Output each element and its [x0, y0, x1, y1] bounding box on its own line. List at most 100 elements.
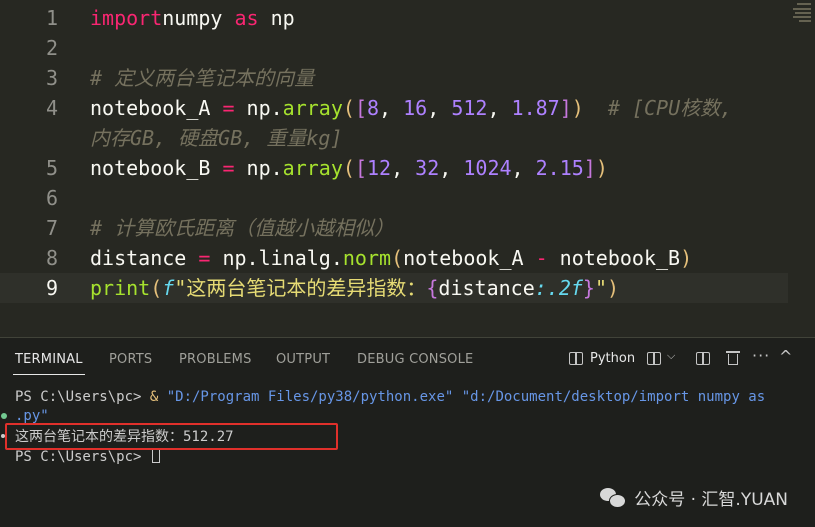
code-line[interactable]: 3 # 定义两台笔记本的向量 [0, 63, 788, 93]
line-number: 1 [45, 6, 58, 30]
code-token: ( [342, 96, 355, 120]
terminal-cursor [151, 448, 160, 463]
code-token: = [222, 156, 235, 180]
code-line[interactable]: 2 [0, 33, 788, 63]
code-token: 16 [403, 96, 428, 120]
code-text: importnumpy as np [90, 3, 295, 33]
terminal-prompt-2: PS C:\Users\pc> [15, 449, 150, 465]
code-token: [ [354, 156, 367, 180]
code-token: np. [234, 156, 283, 180]
code-text: 内存GB, 硬盘GB, 重量kg] [90, 123, 342, 153]
code-token: 8 [366, 96, 380, 120]
code-token: ) [571, 96, 584, 120]
code-token: - [535, 246, 548, 270]
terminal-amp: & [149, 389, 167, 405]
code-token: 1.87 [511, 96, 560, 120]
line-number: 9 [45, 276, 58, 300]
code-token: print [90, 276, 151, 300]
code-token: ( [150, 276, 163, 300]
code-token: distance [90, 246, 199, 270]
code-token: ( [391, 246, 404, 270]
code-line[interactable]: 4 notebook_A = np.array([8, 16, 512, 1.87… [0, 93, 788, 123]
minimap[interactable] [791, 0, 815, 30]
code-line[interactable]: 6 [0, 183, 788, 213]
line-number: 2 [45, 36, 58, 60]
terminal-prompt: PS C:\Users\pc> [15, 389, 150, 405]
code-token: np. [234, 96, 283, 120]
code-token: ( [342, 156, 355, 180]
code-token: 512 [451, 96, 488, 120]
code-token: # [CPU核数, [607, 96, 733, 120]
code-token: linalg [258, 246, 331, 270]
code-token: norm [342, 246, 392, 270]
code-token: np [258, 6, 295, 30]
code-token: ) [595, 156, 608, 180]
code-line-current[interactable]: 9 print(f"这两台笔记本的差异指数：{distance:.2f}") [0, 273, 788, 303]
watermark-text: 公众号 · 汇智.YUAN [634, 489, 788, 510]
code-token: notebook_A [403, 246, 536, 270]
code-token: , [391, 156, 416, 180]
code-token: } [582, 276, 595, 300]
code-token: notebook_B [547, 246, 681, 270]
code-editor[interactable]: 1 importnumpy as np 2 3 # 定义两台笔记本的向量 4 noteboo… [0, 0, 815, 337]
watermark: 公众号 · 汇智.YUAN [600, 484, 788, 510]
line-number: 4 [45, 96, 58, 120]
code-token: :.2f [534, 276, 583, 300]
code-line[interactable]: 1 importnumpy as np [0, 3, 788, 33]
code-token: { [426, 276, 439, 300]
code-token: , [379, 96, 404, 120]
code-text: print(f"这两台笔记本的差异指数：{distance:.2f}") [90, 273, 619, 303]
code-text: notebook_B = np.array([12, 32, 1024, 2.1… [90, 153, 608, 183]
code-token: distance [438, 276, 535, 300]
code-token: 内存GB, 硬盘GB, 重量kg] [90, 126, 343, 150]
code-token: 32 [415, 156, 440, 180]
code-token: # 定义两台笔记本的向量 [90, 66, 315, 90]
code-text: distance = np.linalg.norm(notebook_A - n… [90, 243, 692, 273]
command-success-icon[interactable] [1, 413, 7, 419]
code-line[interactable]: 8 distance = np.linalg.norm(notebook_A - … [0, 243, 788, 273]
terminal-script-path: "d:/Document/desktop/import numpy as [461, 389, 766, 405]
line-number: 6 [45, 186, 58, 210]
terminal-exe-path: "D:/Program Files/py38/python.exe" [166, 389, 462, 405]
code-token: array [282, 96, 343, 120]
code-token: ] [583, 156, 596, 180]
code-token: 2.15 [535, 156, 584, 180]
code-token: 1024 [463, 156, 512, 180]
code-token: # 计算欧氏距离（值越小越相似） [90, 216, 395, 240]
code-token: , [511, 156, 536, 180]
output-highlight-box [5, 423, 338, 450]
code-token: , [439, 156, 464, 180]
code-token: array [282, 156, 343, 180]
code-token: [ [354, 96, 367, 120]
wechat-icon [600, 486, 627, 508]
code-token: , [487, 96, 512, 120]
terminal-script-ext: .py" [15, 408, 49, 424]
code-token: = [198, 246, 211, 270]
code-token: , [427, 96, 452, 120]
code-token: = [222, 96, 235, 120]
line-number: 3 [45, 66, 58, 90]
line-number: 8 [45, 246, 58, 270]
code-text: # 计算欧氏距离（值越小越相似） [90, 213, 394, 243]
code-token: f [162, 276, 175, 300]
code-line[interactable]: 内存GB, 硬盘GB, 重量kg] [0, 123, 788, 153]
code-token: "这两台笔记本的差异指数： [174, 276, 427, 300]
line-number: 7 [45, 216, 58, 240]
code-token: . [330, 246, 343, 270]
code-token: ) [607, 276, 620, 300]
code-token: " [594, 276, 607, 300]
code-token: 12 [366, 156, 392, 180]
code-text: # 定义两台笔记本的向量 [90, 63, 314, 93]
code-line[interactable]: 7 # 计算欧氏距离（值越小越相似） [0, 213, 788, 243]
code-text: notebook_A = np.array([8, 16, 512, 1.87]… [90, 93, 732, 123]
code-token: notebook_A [90, 96, 223, 120]
code-line[interactable]: 5 notebook_B = np.array([12, 32, 1024, 2.… [0, 153, 788, 183]
line-number: 5 [45, 156, 58, 180]
code-token: notebook_B [90, 156, 223, 180]
terminal-prompt-line: PS C:\Users\pc> [15, 447, 160, 467]
code-token: as [234, 6, 259, 30]
code-token: import [90, 6, 163, 30]
code-token: ) [680, 246, 693, 270]
code-token: ] [559, 96, 572, 120]
